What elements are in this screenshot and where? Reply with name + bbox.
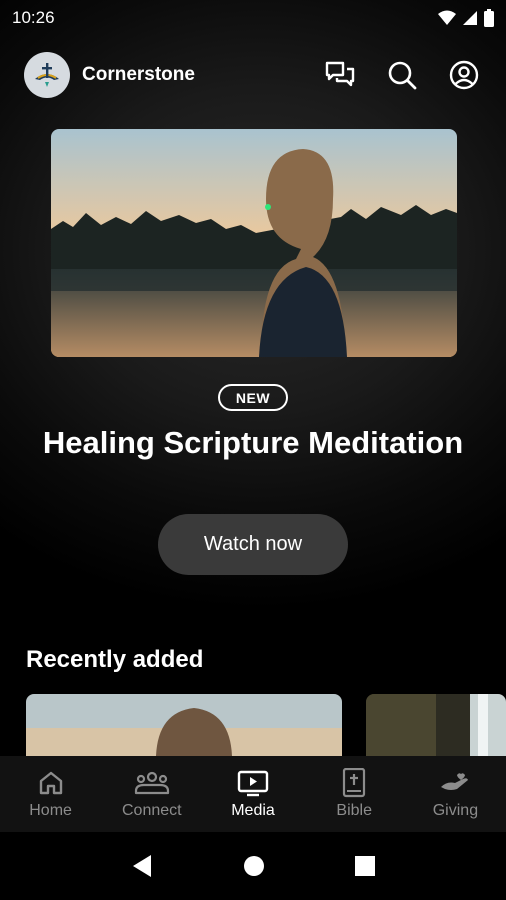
status-icons <box>438 9 494 27</box>
chat-icon <box>325 61 355 87</box>
nav-label: Bible <box>336 802 372 819</box>
bible-icon <box>343 768 366 798</box>
sunset-woman-image <box>51 129 457 357</box>
tv-play-icon <box>237 770 269 797</box>
search-button[interactable] <box>384 57 420 93</box>
home-icon <box>39 771 62 795</box>
chat-button[interactable] <box>322 57 358 93</box>
app-bar-actions <box>322 57 482 93</box>
recents-square-icon[interactable] <box>355 856 375 876</box>
nav-connect[interactable]: Connect <box>101 756 202 832</box>
wifi-icon <box>438 10 456 25</box>
cross-bird-logo-icon <box>35 63 59 87</box>
nav-label: Giving <box>432 802 479 819</box>
system-navigation-bar <box>0 832 506 900</box>
nav-bible[interactable]: Bible <box>304 756 405 832</box>
nav-label: Home <box>29 802 72 819</box>
nav-label: Connect <box>122 802 182 819</box>
sunset-woman-thumbnail <box>26 694 342 756</box>
new-badge: NEW <box>218 384 288 411</box>
home-circle-icon[interactable] <box>243 855 265 877</box>
status-time: 10:26 <box>12 8 55 27</box>
hero-title: Healing Scripture Meditation <box>42 425 464 460</box>
people-icon <box>134 771 169 795</box>
waterfall-thumbnail <box>366 694 506 756</box>
battery-icon <box>484 9 494 27</box>
nav-label: Media <box>231 802 275 819</box>
recent-media-card[interactable] <box>26 694 342 756</box>
app-screen: 10:26 Cornerstone NEW Healing Scripture … <box>0 0 506 900</box>
recently-added-heading: Recently added <box>26 646 204 673</box>
nav-media[interactable]: Media <box>202 756 303 832</box>
status-bar: 10:26 <box>0 0 506 36</box>
app-title: Cornerstone <box>82 64 195 85</box>
nav-home[interactable]: Home <box>0 756 101 832</box>
account-circle-icon <box>449 60 479 90</box>
watch-now-button[interactable]: Watch now <box>158 514 348 575</box>
church-logo[interactable] <box>24 52 70 98</box>
app-bar: Cornerstone <box>0 48 506 102</box>
hand-heart-icon <box>441 773 469 790</box>
profile-button[interactable] <box>446 57 482 93</box>
cell-signal-icon <box>463 11 477 25</box>
recent-media-card[interactable] <box>366 694 506 756</box>
hero-thumbnail[interactable] <box>51 129 457 357</box>
bottom-navigation: Home Connect Media Bible Giving <box>0 756 506 832</box>
back-icon[interactable] <box>131 854 153 878</box>
search-icon <box>388 61 417 90</box>
nav-giving[interactable]: Giving <box>405 756 506 832</box>
